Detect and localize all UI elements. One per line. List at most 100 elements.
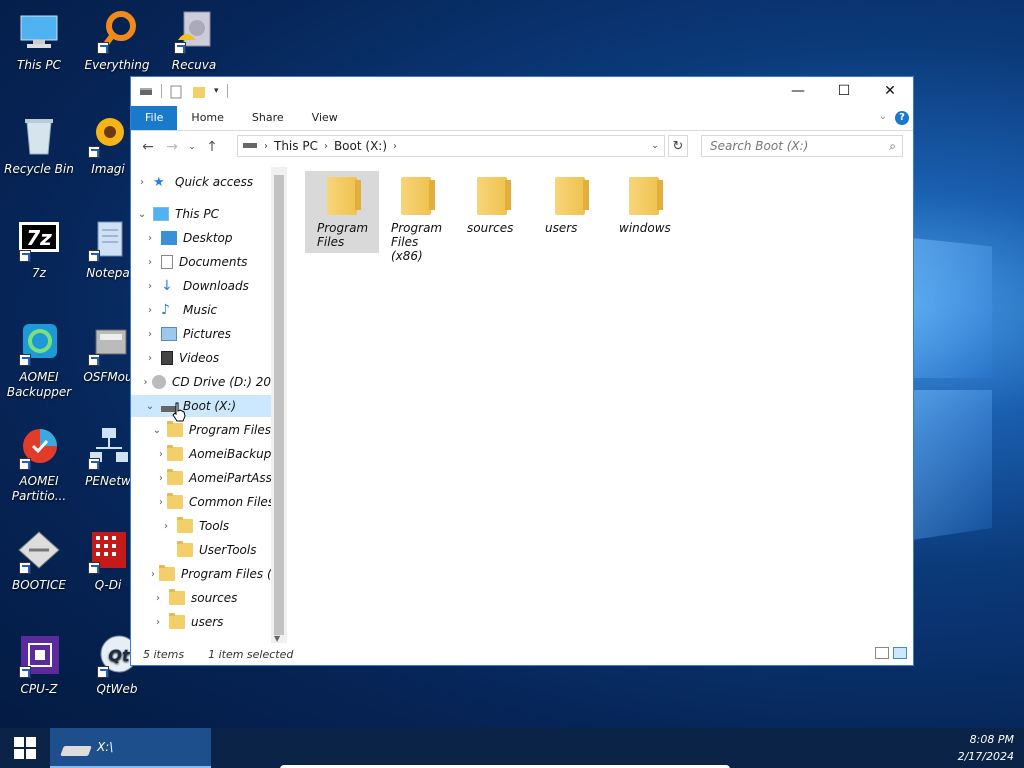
expand-icon[interactable]: › [159,497,163,508]
folder-icon [555,177,589,215]
tab-share[interactable]: Share [238,106,298,130]
expand-icon[interactable]: › [151,617,165,628]
folder-item-users[interactable]: users [533,171,607,253]
tree-item-sources[interactable]: › sources [131,587,271,609]
desktop-icon-penetwork[interactable]: PENetw [78,426,138,489]
tree-item-usertools[interactable]: UserTools [131,539,271,561]
tree-item-pictures[interactable]: › Pictures [131,323,271,345]
tree-item-documents[interactable]: › Documents [131,251,271,273]
desktop-icon-7z[interactable]: 7z 7z [0,218,78,281]
expand-icon[interactable]: › [135,177,149,188]
folder-icon [401,177,435,215]
expand-icon[interactable]: › [159,449,163,460]
collapse-icon[interactable]: ⌄ [143,401,157,412]
navigation-pane[interactable]: › ★ Quick access ⌄ This PC › Desktop › D… [131,167,287,643]
scrollbar-thumb[interactable] [274,175,284,635]
tree-item-program-files[interactable]: ⌄ Program Files [131,419,271,441]
tree-item-videos[interactable]: › Videos [131,347,271,369]
tree-item-users[interactable]: › users [131,611,271,633]
nav-pane-scrollbar[interactable]: ▼ [271,167,287,643]
desktop-icon-everything[interactable]: Everything [78,10,156,73]
desktop-icon-recuva[interactable]: Recuva [155,10,233,73]
maximize-button[interactable]: ☐ [821,77,867,105]
folder-icon [169,613,185,629]
details-view-icon[interactable] [875,647,889,659]
start-button[interactable] [0,728,50,768]
folder-icon [167,445,183,461]
tree-item-tools[interactable]: › Tools [131,515,271,537]
search-box[interactable]: Search Boot (X:) ⌕ [701,135,903,157]
tree-item-quick-access[interactable]: › ★ Quick access [131,171,271,193]
expand-icon[interactable]: › [143,257,157,268]
help-icon[interactable]: ? [895,111,909,125]
folder-item-program-files[interactable]: Program Files [305,171,379,253]
expand-icon[interactable]: › [143,281,157,292]
large-icons-view-icon[interactable] [893,647,907,659]
desktop-icon-q-dir[interactable]: Q-Di [78,530,138,593]
address-bar[interactable]: › This PC › Boot (X:) › ⌄ [237,135,665,157]
desktop-icon-cpu-z[interactable]: CPU-Z [0,634,78,697]
expand-icon[interactable]: › [143,233,157,244]
cpu-z-icon [17,634,61,678]
expand-icon[interactable]: › [143,353,157,364]
desktop-icon-osfmount[interactable]: OSFMou [78,322,138,385]
expand-icon[interactable]: › [151,593,165,604]
up-button[interactable]: ↑ [201,136,223,158]
folder-item-windows[interactable]: windows [607,171,681,253]
address-dropdown-button[interactable]: ⌄ [646,136,664,156]
desktop-icon-recycle-bin[interactable]: Recycle Bin [0,114,78,177]
cd-drive-icon [152,375,167,389]
scroll-down-icon[interactable]: ▼ [274,634,280,643]
tree-item-boot-x[interactable]: ⌄ Boot (X:) [131,395,271,417]
desktop-icon-aomei-backupper[interactable]: AOMEI Backupper [0,322,78,400]
recent-locations-button[interactable]: ⌄ [185,136,199,158]
properties-icon[interactable] [170,85,184,99]
file-list[interactable]: Program Files Program Files (x86) source… [287,167,913,643]
tab-home[interactable]: Home [177,106,237,130]
tree-item-cd-drive[interactable]: › CD Drive (D:) 20 [131,371,271,393]
tree-item-common-files[interactable]: › Common Files [131,491,274,513]
collapse-icon[interactable]: ⌄ [135,209,149,220]
tree-item-program-files-x86[interactable]: › Program Files ( [131,563,272,585]
tree-item-music[interactable]: › ♪ Music [131,299,271,321]
desktop-icon-imagine[interactable]: Imagi [78,114,138,177]
clock-time: 8:08 PM [969,733,1014,746]
title-bar[interactable]: ▾ — ☐ ✕ [131,77,913,105]
desktop-icon-bootice[interactable]: BOOTICE [0,530,78,593]
selection-count: 1 item selected [208,647,294,661]
file-explorer-window[interactable]: ▾ — ☐ ✕ File Home Share View ⌄ ? ← → ⌄ ↑… [130,76,914,666]
tree-item-aomeibackup[interactable]: › AomeiBackup [131,443,271,465]
back-button[interactable]: ← [137,136,159,158]
expand-icon[interactable]: › [151,569,155,580]
system-clock[interactable]: 8:08 PM 2/17/2024 [958,731,1014,765]
expand-icon[interactable]: › [143,329,157,340]
refresh-button[interactable]: ↻ [668,135,688,157]
customize-quick-access-icon[interactable]: ▾ [214,86,219,96]
folder-item-sources[interactable]: sources [455,171,529,253]
expand-icon[interactable]: › [159,473,163,484]
tree-item-this-pc[interactable]: ⌄ This PC [131,203,271,225]
item-count: 5 items [143,647,185,661]
search-input[interactable]: Search Boot (X:) [710,139,808,153]
tree-item-aomeipartass[interactable]: › AomeiPartAss [131,467,272,489]
tree-item-desktop[interactable]: › Desktop [131,227,271,249]
new-folder-icon[interactable] [192,85,206,98]
desktop-icon-aomei-partition[interactable]: AOMEI Partitio... [0,426,78,504]
tree-item-downloads[interactable]: › ↓ Downloads [131,275,271,297]
expand-icon[interactable]: › [143,377,148,388]
minimize-button[interactable]: — [775,77,821,105]
desktop-icon-notepad[interactable]: Notepa [78,218,138,281]
breadcrumb-boot-x[interactable]: Boot (X:) [334,139,387,153]
expand-icon[interactable]: › [143,305,157,316]
close-button[interactable]: ✕ [867,77,913,105]
tab-view[interactable]: View [298,106,352,130]
collapse-icon[interactable]: ⌄ [151,425,163,436]
tab-file[interactable]: File [131,106,178,130]
folder-item-program-files-x86[interactable]: Program Files (x86) [379,171,453,263]
expand-ribbon-icon[interactable]: ⌄ [879,111,887,122]
breadcrumb-this-pc[interactable]: This PC [274,139,318,153]
expand-icon[interactable]: › [159,521,173,532]
forward-button[interactable]: → [161,136,183,158]
desktop-icon-this-pc[interactable]: This PC [0,10,78,73]
taskbar-item-explorer[interactable]: X:\ [50,728,211,768]
